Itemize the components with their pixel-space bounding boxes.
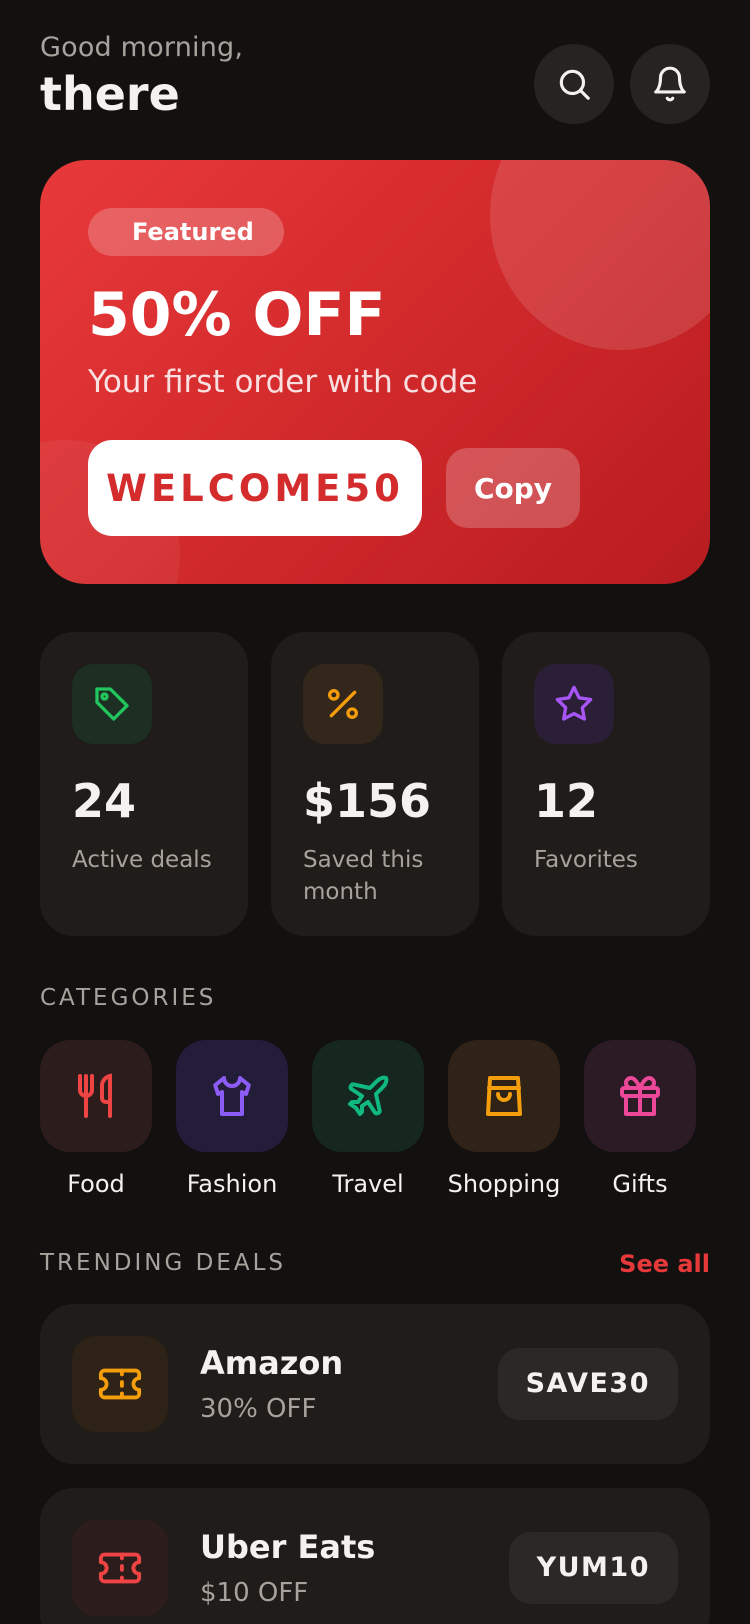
category-tile bbox=[176, 1040, 288, 1152]
deal-card[interactable]: Uber Eats $10 OFF YUM10 bbox=[40, 1488, 710, 1624]
category-tile bbox=[40, 1040, 152, 1152]
search-button[interactable] bbox=[534, 44, 614, 124]
deal-code[interactable]: SAVE30 bbox=[497, 1348, 678, 1420]
stat-icon-tile bbox=[72, 664, 152, 744]
plane-icon bbox=[348, 1075, 389, 1116]
shopping-bag-icon bbox=[486, 1076, 522, 1116]
stat-card-saved[interactable]: $156 Saved this month bbox=[271, 632, 479, 936]
featured-badge: Featured bbox=[88, 208, 284, 256]
stat-label: Active deals bbox=[72, 847, 212, 873]
gift-icon bbox=[620, 1076, 660, 1116]
deal-offer: $10 OFF bbox=[200, 1578, 309, 1608]
ticket-icon bbox=[98, 1368, 142, 1400]
category-travel[interactable]: Travel bbox=[312, 1040, 424, 1198]
category-fashion[interactable]: Fashion bbox=[176, 1040, 288, 1198]
offer-description: Your first order with code bbox=[88, 364, 478, 400]
see-all-link[interactable]: See all bbox=[619, 1250, 710, 1278]
category-gifts[interactable]: Gifts bbox=[584, 1040, 696, 1198]
shirt-icon bbox=[213, 1076, 251, 1116]
stat-card-favorites[interactable]: 12 Favorites bbox=[502, 632, 710, 936]
decorative-circle bbox=[490, 160, 710, 350]
ticket-icon bbox=[98, 1552, 142, 1584]
category-label: Food bbox=[67, 1170, 125, 1198]
category-food[interactable]: Food bbox=[40, 1040, 152, 1198]
stat-value: $156 bbox=[303, 774, 432, 828]
stat-icon-tile bbox=[534, 664, 614, 744]
tag-icon bbox=[95, 687, 129, 721]
notifications-button[interactable] bbox=[630, 44, 710, 124]
stat-card-active-deals[interactable]: 24 Active deals bbox=[40, 632, 248, 936]
featured-offer-card[interactable]: Featured 50% OFF Your first order with c… bbox=[40, 160, 710, 584]
stat-icon-tile bbox=[303, 664, 383, 744]
category-tile bbox=[448, 1040, 560, 1152]
promo-code[interactable]: WELCOME50 bbox=[88, 440, 422, 536]
deal-code[interactable]: YUM10 bbox=[508, 1532, 678, 1604]
category-label: Fashion bbox=[186, 1170, 278, 1198]
stat-value: 12 bbox=[534, 774, 599, 828]
trending-deals-title: TRENDING DEALS bbox=[40, 1250, 286, 1276]
category-label: Travel bbox=[332, 1170, 404, 1198]
stat-value: 24 bbox=[72, 774, 137, 828]
deal-offer: 30% OFF bbox=[200, 1394, 317, 1424]
user-name: there bbox=[40, 67, 180, 121]
greeting-block: Good morning, there bbox=[40, 32, 243, 121]
category-shopping[interactable]: Shopping bbox=[448, 1040, 560, 1198]
copy-code-button[interactable]: Copy bbox=[446, 448, 580, 528]
bell-icon bbox=[654, 66, 686, 102]
deal-store: Amazon bbox=[200, 1344, 344, 1382]
category-tile bbox=[312, 1040, 424, 1152]
deal-icon-tile bbox=[72, 1336, 168, 1432]
stat-label: Saved this month bbox=[303, 847, 424, 905]
deal-store: Uber Eats bbox=[200, 1528, 376, 1566]
category-tile bbox=[584, 1040, 696, 1152]
deal-card[interactable]: Amazon 30% OFF SAVE30 bbox=[40, 1304, 710, 1464]
star-icon bbox=[555, 685, 593, 721]
category-label: Gifts bbox=[612, 1170, 668, 1198]
categories-title: CATEGORIES bbox=[40, 985, 217, 1011]
percent-icon bbox=[328, 689, 358, 719]
offer-title: 50% OFF bbox=[88, 280, 386, 350]
deal-icon-tile bbox=[72, 1520, 168, 1616]
stat-label: Favorites bbox=[534, 847, 638, 873]
category-label: Shopping bbox=[447, 1170, 561, 1198]
utensils-icon bbox=[78, 1073, 112, 1118]
search-icon bbox=[559, 69, 590, 100]
greeting-text: Good morning, bbox=[40, 32, 244, 63]
